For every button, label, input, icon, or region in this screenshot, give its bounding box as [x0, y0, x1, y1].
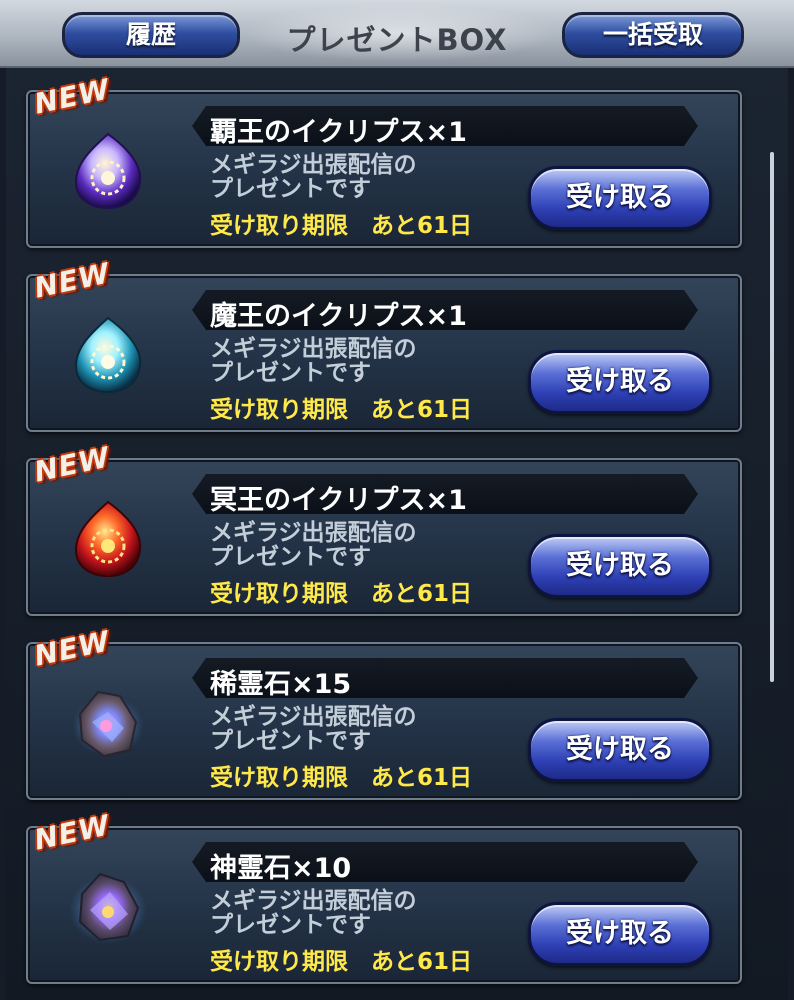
deadline-text: 受け取り期限 あと61日 — [210, 765, 473, 791]
deadline-text: 受け取り期限 あと61日 — [210, 213, 473, 239]
description-line: メギラジ出張配信の — [210, 152, 417, 178]
item-description: メギラジ出張配信の プレゼントです — [210, 521, 510, 569]
rare-spirit-stone-icon — [68, 682, 148, 762]
deadline-text: 受け取り期限 あと61日 — [210, 397, 473, 423]
item-name: 冥王のイクリプス×1 — [210, 485, 467, 516]
present-item: NEW 神霊石×10 メギラジ出張配信の プレゼントです 受け取り期限 あと61… — [26, 808, 742, 984]
deadline-text: 受け取り期限 あと61日 — [210, 949, 473, 975]
description-line: プレゼントです — [210, 728, 371, 754]
item-name: 神霊石×10 — [210, 853, 352, 884]
item-name: 覇王のイクリプス×1 — [210, 117, 467, 148]
divine-spirit-stone-icon — [68, 866, 148, 946]
description-line: プレゼントです — [210, 544, 371, 570]
receive-button[interactable]: 受け取る — [528, 902, 712, 966]
item-description: メギラジ出張配信の プレゼントです — [210, 889, 510, 937]
header-bar: 履歴 プレゼントBOX 一括受取 — [0, 0, 794, 68]
eclipse-gem-cyan-icon — [68, 314, 148, 394]
scrollbar-thumb[interactable] — [770, 152, 774, 682]
receive-button[interactable]: 受け取る — [528, 350, 712, 414]
present-item: NEW 冥王のイクリプス×1 メギラジ出張配信の プレゼントです 受け取り期限 … — [26, 440, 742, 616]
present-item: NEW 稀霊石×15 メギラジ出張配信の プレゼントです 受け取り期限 あと61… — [26, 624, 742, 800]
item-name: 魔王のイクリプス×1 — [210, 301, 467, 332]
description-line: メギラジ出張配信の — [210, 520, 417, 546]
scrollbar[interactable] — [770, 152, 774, 682]
present-item: NEW 魔王のイクリプス×1 メギラジ出張配信の プレゼントです 受け取り期限 … — [26, 256, 742, 432]
description-line: メギラジ出張配信の — [210, 888, 417, 914]
receive-button[interactable]: 受け取る — [528, 718, 712, 782]
item-name: 稀霊石×15 — [210, 669, 352, 700]
receive-button[interactable]: 受け取る — [528, 534, 712, 598]
deadline-text: 受け取り期限 あと61日 — [210, 581, 473, 607]
eclipse-gem-purple-icon — [68, 130, 148, 210]
description-line: プレゼントです — [210, 912, 371, 938]
receive-button[interactable]: 受け取る — [528, 166, 712, 230]
description-line: プレゼントです — [210, 360, 371, 386]
eclipse-gem-red-icon — [68, 498, 148, 578]
item-description: メギラジ出張配信の プレゼントです — [210, 337, 510, 385]
receive-all-button[interactable]: 一括受取 — [562, 12, 744, 58]
description-line: メギラジ出張配信の — [210, 704, 417, 730]
item-description: メギラジ出張配信の プレゼントです — [210, 153, 510, 201]
present-item: NEW 覇王のイクリプス×1 メギラジ出張配信の プレゼントです 受け取り期限 … — [26, 72, 742, 248]
item-description: メギラジ出張配信の プレゼントです — [210, 705, 510, 753]
description-line: プレゼントです — [210, 176, 371, 202]
description-line: メギラジ出張配信の — [210, 336, 417, 362]
